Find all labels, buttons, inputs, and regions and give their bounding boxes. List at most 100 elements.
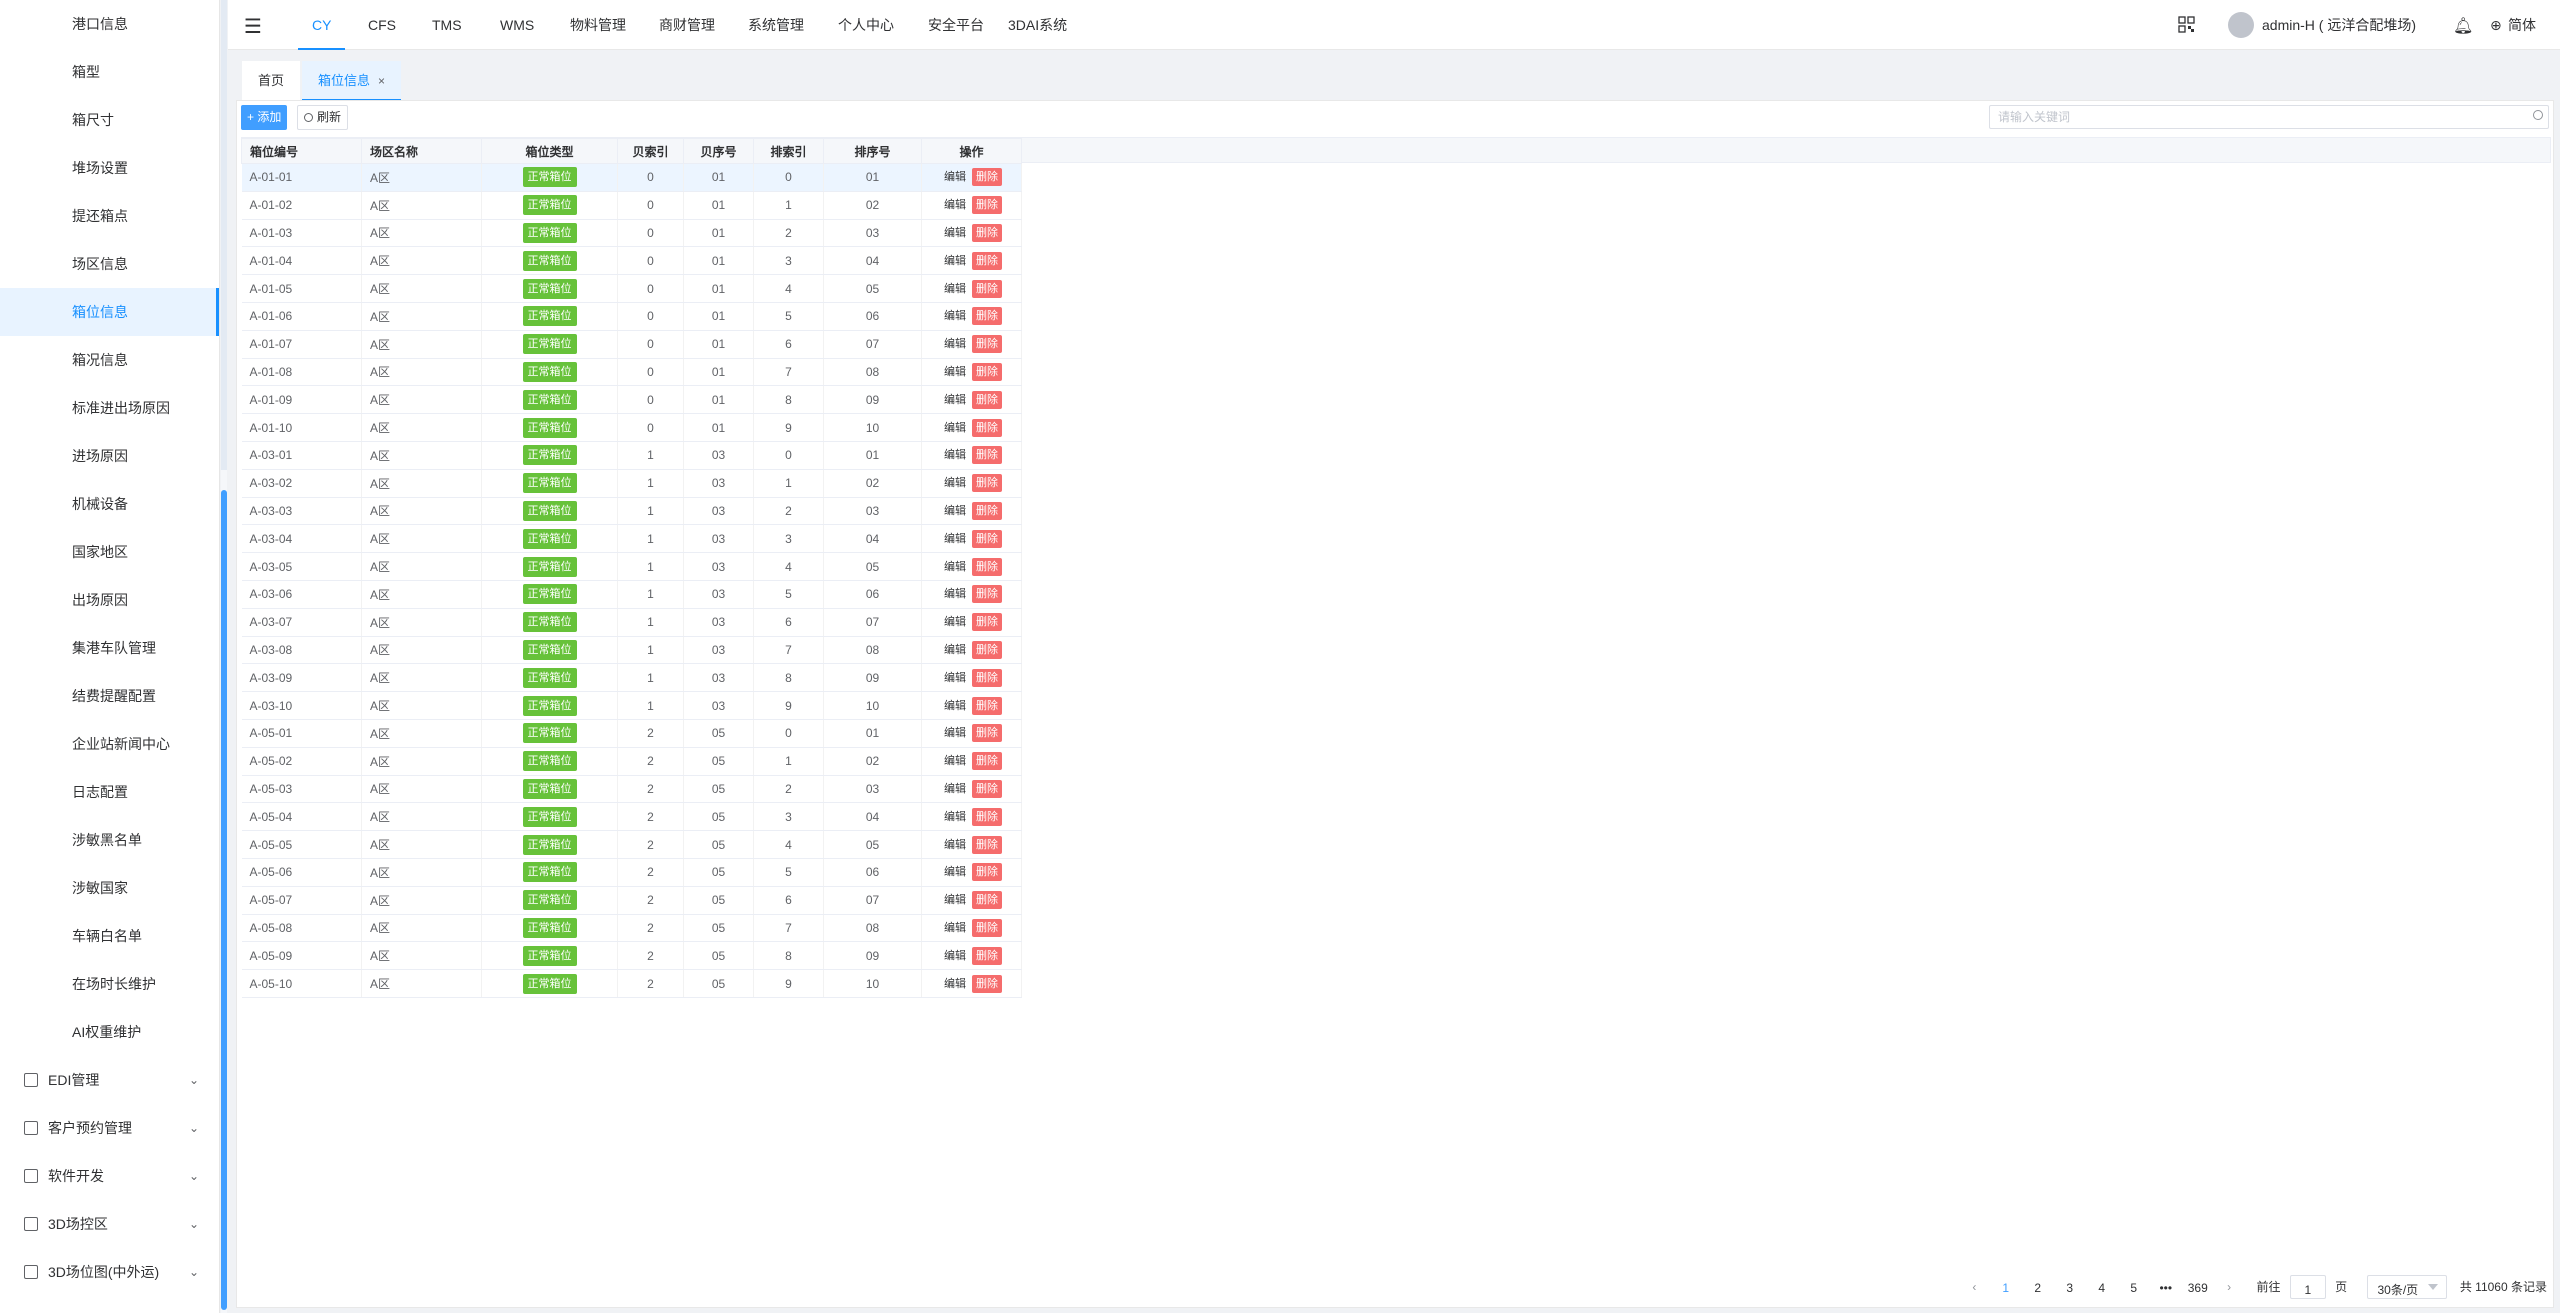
tab-home[interactable]: 首页 [242,61,301,101]
edit-button[interactable]: 编辑 [941,335,969,351]
edit-button[interactable]: 编辑 [941,975,969,991]
delete-button[interactable]: 删除 [972,474,1002,493]
sidebar-item[interactable]: 涉敏国家 [0,864,219,912]
table-row[interactable]: A-01-05 A区 正常箱位 0 01 4 05 编辑 删除 [241,274,1022,303]
column-header[interactable]: 箱位类型 [481,138,618,164]
table-row[interactable]: A-05-06 A区 正常箱位 2 05 5 06 编辑 删除 [241,858,1022,887]
edit-button[interactable]: 编辑 [941,502,969,518]
delete-button[interactable]: 删除 [972,724,1002,743]
delete-button[interactable]: 删除 [972,696,1002,715]
tab-slot-info[interactable]: 箱位信息 × [302,61,402,101]
sidebar-item[interactable]: 国家地区 [0,528,219,576]
sidebar-group[interactable]: 客户预约管理 ⌄ [0,1104,219,1152]
nav-item[interactable]: WMS [486,0,548,50]
column-header[interactable]: 箱位编号 [241,138,362,164]
sidebar-item[interactable]: 场区信息 [0,240,219,288]
search-icon[interactable] [2533,110,2543,120]
page-number[interactable]: 4 [2086,1274,2118,1302]
sidebar-item[interactable]: 堆场设置 [0,144,219,192]
table-row[interactable]: A-05-02 A区 正常箱位 2 05 1 02 编辑 删除 [241,747,1022,776]
nav-item[interactable]: 系统管理 [734,0,818,50]
table-row[interactable]: A-05-01 A区 正常箱位 2 05 0 01 编辑 删除 [241,719,1022,748]
column-header[interactable]: 操作 [921,138,1022,164]
goto-page-input[interactable]: 1 [2289,1275,2326,1300]
delete-button[interactable]: 删除 [972,196,1002,215]
sidebar-item[interactable]: 箱位信息 [0,288,219,336]
delete-button[interactable]: 删除 [972,501,1002,520]
delete-button[interactable]: 删除 [972,640,1002,659]
edit-button[interactable]: 编辑 [941,752,969,768]
sidebar-item[interactable]: 箱况信息 [0,336,219,384]
edit-button[interactable]: 编辑 [941,947,969,963]
delete-button[interactable]: 删除 [972,863,1002,882]
next-page-icon[interactable]: › [2217,1273,2241,1301]
sidebar-item[interactable]: 箱型 [0,48,219,96]
sidebar-item[interactable]: 出场原因 [0,576,219,624]
edit-button[interactable]: 编辑 [941,168,969,184]
sidebar-item[interactable]: 在场时长维护 [0,960,219,1008]
delete-button[interactable]: 删除 [972,362,1002,381]
edit-button[interactable]: 编辑 [941,836,969,852]
page-number[interactable]: 3 [2054,1274,2086,1302]
search-input[interactable] [1989,105,2549,129]
delete-button[interactable]: 删除 [972,946,1002,965]
sidebar-item[interactable]: 车辆白名单 [0,912,219,960]
edit-button[interactable]: 编辑 [941,391,969,407]
page-number[interactable]: 5 [2118,1274,2150,1302]
table-row[interactable]: A-03-05 A区 正常箱位 1 03 4 05 编辑 删除 [241,552,1022,581]
table-row[interactable]: A-01-10 A区 正常箱位 0 01 9 10 编辑 删除 [241,413,1022,442]
edit-button[interactable]: 编辑 [941,446,969,462]
delete-button[interactable]: 删除 [972,446,1002,465]
table-row[interactable]: A-03-07 A区 正常箱位 1 03 6 07 编辑 删除 [241,608,1022,637]
table-row[interactable]: A-03-09 A区 正常箱位 1 03 8 09 编辑 删除 [241,663,1022,693]
menu-toggle-icon[interactable]: ☰ [244,14,262,39]
refresh-button[interactable]: 刷新 [297,105,349,130]
column-header[interactable]: 排索引 [753,138,824,164]
table-row[interactable]: A-01-07 A区 正常箱位 0 01 6 07 编辑 删除 [241,330,1022,359]
edit-button[interactable]: 编辑 [941,697,969,713]
delete-button[interactable]: 删除 [972,891,1002,910]
edit-button[interactable]: 编辑 [941,808,969,824]
table-row[interactable]: A-03-03 A区 正常箱位 1 03 2 03 编辑 删除 [241,497,1022,526]
edit-button[interactable]: 编辑 [941,474,969,490]
sidebar-item[interactable]: 提还箱点 [0,192,219,240]
table-row[interactable]: A-01-06 A区 正常箱位 0 01 5 06 编辑 删除 [241,302,1022,331]
sidebar-item[interactable]: 集港车队管理 [0,624,219,672]
edit-button[interactable]: 编辑 [941,558,969,574]
sidebar-item[interactable]: 企业站新闻中心 [0,720,219,768]
delete-button[interactable]: 删除 [972,752,1002,771]
table-row[interactable]: A-01-09 A区 正常箱位 0 01 8 09 编辑 删除 [241,385,1022,415]
page-number[interactable]: ••• [2150,1274,2182,1302]
table-row[interactable]: A-05-10 A区 正常箱位 2 05 9 10 编辑 删除 [241,969,1022,998]
delete-button[interactable]: 删除 [972,418,1002,437]
delete-button[interactable]: 删除 [972,974,1002,993]
edit-button[interactable]: 编辑 [941,891,969,907]
edit-button[interactable]: 编辑 [941,780,969,796]
delete-button[interactable]: 删除 [972,390,1002,409]
column-header[interactable]: 排序号 [823,138,922,164]
table-row[interactable]: A-01-08 A区 正常箱位 0 01 7 08 编辑 删除 [241,358,1022,387]
delete-button[interactable]: 删除 [972,779,1002,798]
language-switch[interactable]: 简体 [2508,0,2536,50]
page-number[interactable]: 1 [1990,1274,2022,1302]
edit-button[interactable]: 编辑 [941,252,969,268]
delete-button[interactable]: 删除 [972,613,1002,632]
nav-item[interactable]: TMS [418,0,476,50]
nav-item[interactable]: 商财管理 [645,0,729,50]
sidebar-scrollbar[interactable] [221,0,227,1313]
edit-button[interactable]: 编辑 [941,641,969,657]
table-row[interactable]: A-01-02 A区 正常箱位 0 01 1 02 编辑 删除 [241,191,1022,220]
delete-button[interactable]: 删除 [972,668,1002,687]
sidebar-item[interactable]: 箱尺寸 [0,96,219,144]
edit-button[interactable]: 编辑 [941,724,969,740]
nav-item[interactable]: 安全平台 [914,0,998,50]
table-row[interactable]: A-03-08 A区 正常箱位 1 03 7 08 编辑 删除 [241,636,1022,665]
column-header[interactable]: 贝序号 [683,138,754,164]
column-header[interactable]: 贝索引 [617,138,684,164]
nav-item[interactable]: 个人中心 [824,0,908,50]
delete-button[interactable]: 删除 [972,585,1002,604]
sidebar-item[interactable]: 进场原因 [0,432,219,480]
sidebar-item[interactable]: 日志配置 [0,768,219,816]
table-row[interactable]: A-03-02 A区 正常箱位 1 03 1 02 编辑 删除 [241,469,1022,498]
delete-button[interactable]: 删除 [972,168,1002,187]
